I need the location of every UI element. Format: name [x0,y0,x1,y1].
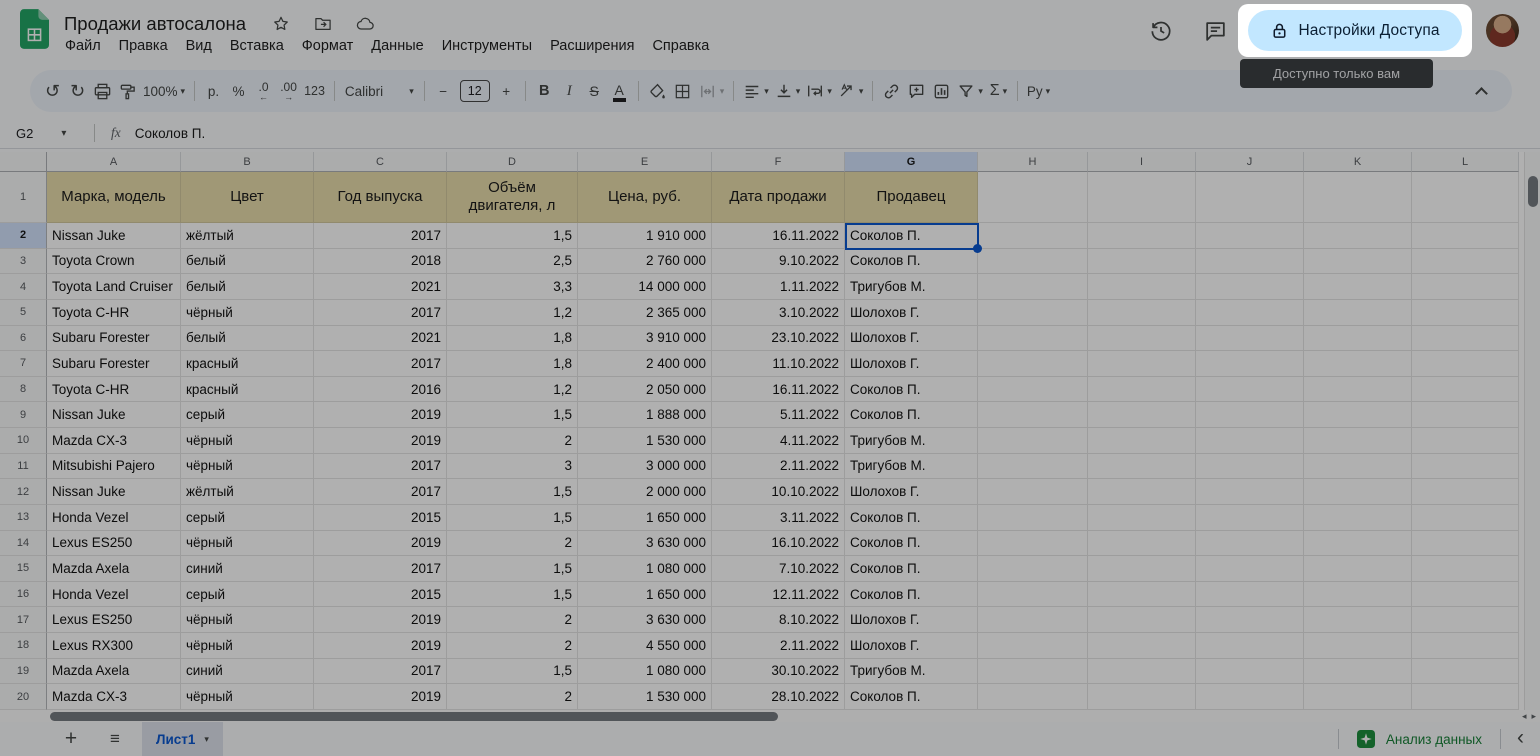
lock-icon [1273,23,1286,38]
dim-overlay [0,0,1540,756]
google-sheets-window: Продажи автосалона Файл Правка Вид Вставка Ф… [0,0,1540,756]
share-spotlight: Настройки Доступа [1238,4,1472,57]
share-button[interactable]: Настройки Доступа [1248,10,1462,51]
